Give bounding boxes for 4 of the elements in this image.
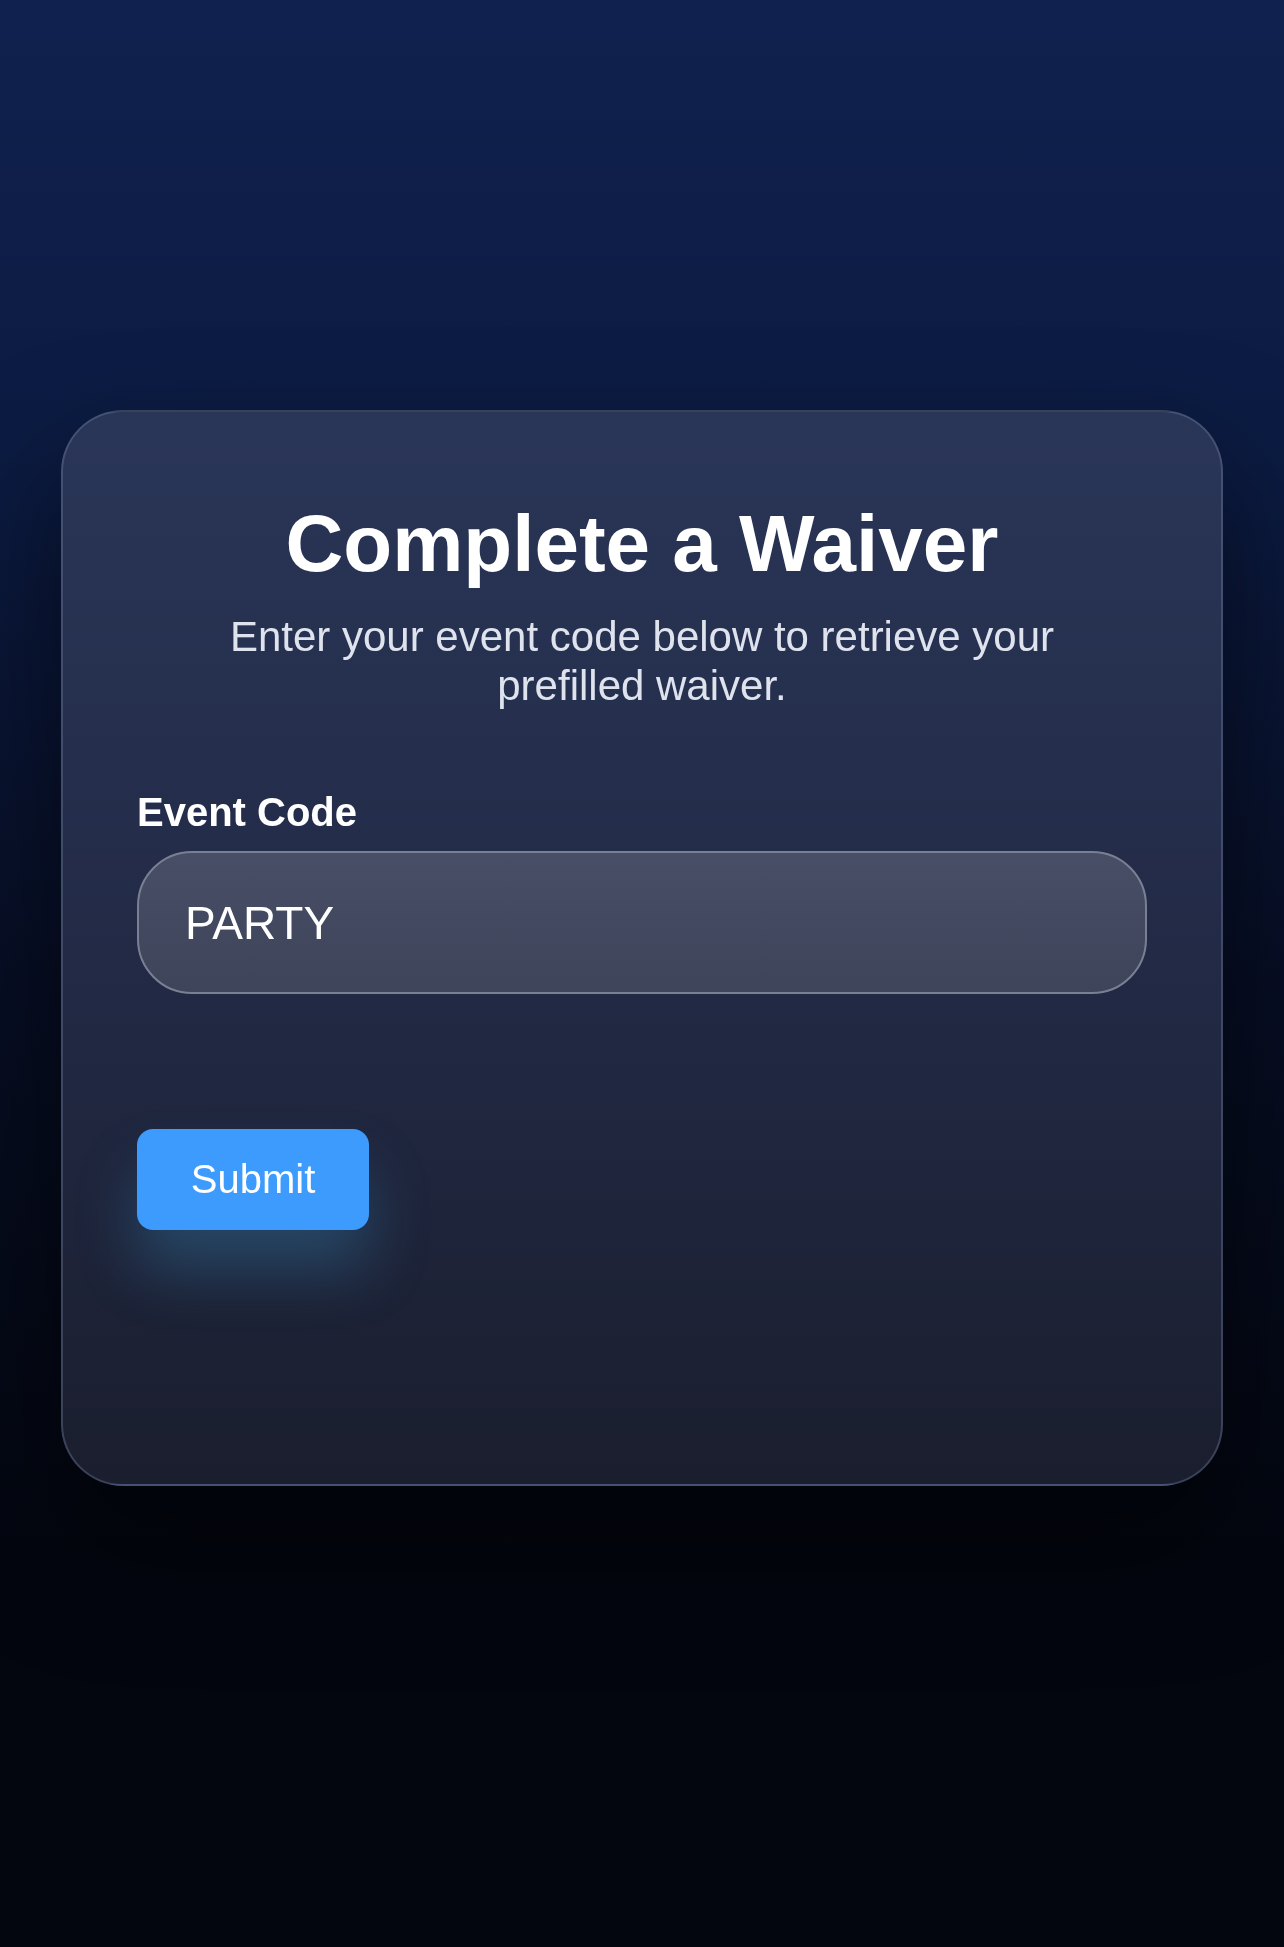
page-title: Complete a Waiver	[284, 500, 1000, 588]
event-code-field[interactable]: PARTY	[137, 851, 1147, 994]
subtitle-text: Enter your event code below to retrieve your prefilled waiver.	[228, 612, 1056, 710]
field-label: Event Code	[137, 790, 358, 835]
